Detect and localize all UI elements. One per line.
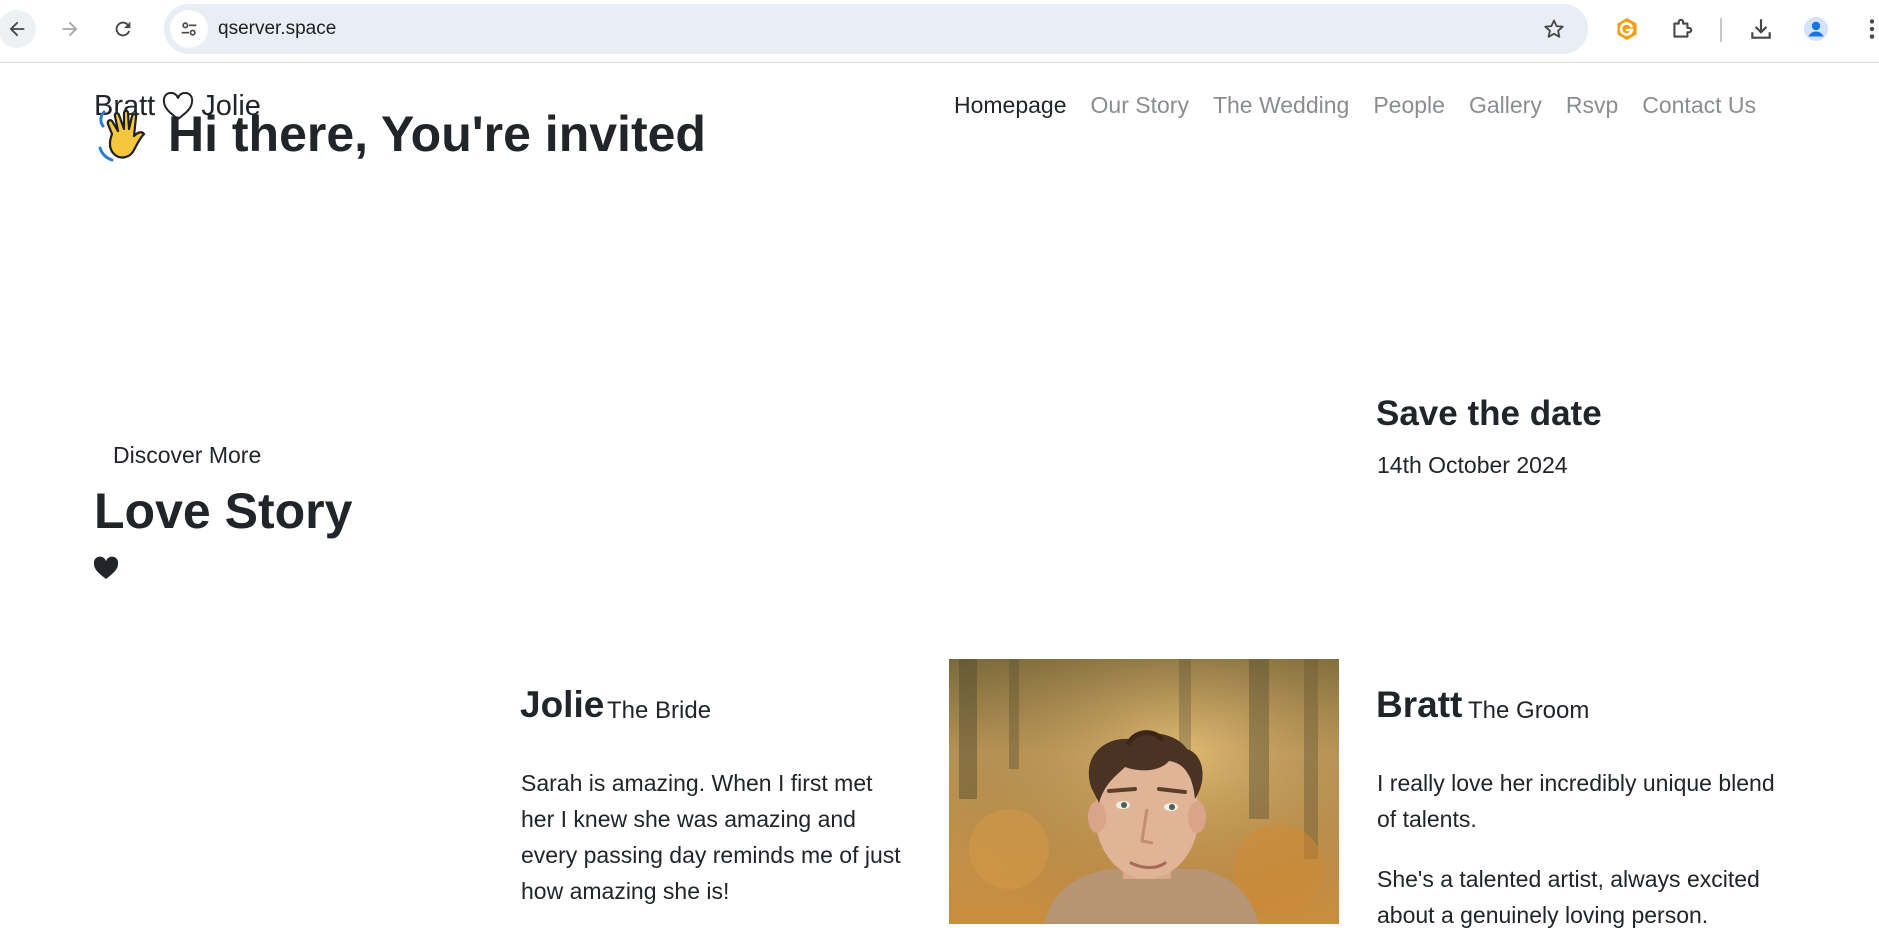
tune-icon — [181, 22, 197, 36]
address-bar[interactable]: qserver.space — [164, 4, 1588, 54]
profile-icon — [1804, 17, 1828, 41]
download-button[interactable] — [1744, 12, 1778, 46]
site-info-button[interactable] — [170, 10, 208, 48]
groom-bio-paragraph: She's a talented artist, always excited … — [1377, 866, 1760, 928]
groom-portrait-image — [949, 659, 1339, 924]
nav-the-wedding[interactable]: The Wedding — [1201, 92, 1361, 119]
main-nav: Homepage Our Story The Wedding People Ga… — [942, 92, 1768, 119]
wedding-date: 14th October 2024 — [1377, 452, 1568, 478]
download-icon — [1751, 19, 1771, 39]
nav-homepage[interactable]: Homepage — [942, 92, 1079, 119]
star-icon — [1544, 19, 1564, 38]
groom-role: The Groom — [1468, 697, 1590, 724]
bride-name: Jolie — [520, 684, 605, 725]
groom-photo — [949, 659, 1339, 924]
groom-bio-paragraph: I really love her incredibly unique blen… — [1377, 770, 1775, 832]
hero-heading: Hi there, You're invited — [94, 104, 706, 164]
nav-contact-us[interactable]: Contact Us — [1630, 92, 1768, 119]
extensions-button[interactable] — [1665, 12, 1699, 46]
nav-people[interactable]: People — [1361, 92, 1457, 119]
forward-button[interactable] — [51, 10, 89, 48]
waving-hand-icon — [98, 109, 146, 162]
hero-title-text: Hi there, You're invited — [168, 106, 706, 162]
arrow-right-icon — [62, 21, 78, 37]
page-content: Bratt Jolie Homepage Our Story The Weddi… — [0, 64, 1879, 928]
url-text[interactable]: qserver.space — [218, 18, 336, 40]
reload-icon — [115, 21, 131, 37]
nav-our-story[interactable]: Our Story — [1079, 92, 1201, 119]
back-button[interactable] — [0, 10, 36, 48]
browser-menu-button[interactable] — [1855, 12, 1879, 46]
puzzle-icon — [1673, 18, 1693, 38]
heart-solid-icon — [93, 556, 119, 579]
profile-button[interactable] — [1799, 12, 1833, 46]
bookmark-button[interactable] — [1540, 15, 1568, 43]
nav-gallery[interactable]: Gallery — [1457, 92, 1554, 119]
g-extension-button[interactable] — [1610, 12, 1644, 46]
reload-button[interactable] — [104, 10, 142, 48]
discover-more-link[interactable]: Discover More — [113, 442, 261, 469]
toolbar-divider — [1720, 18, 1722, 42]
kebab-menu-icon — [1869, 19, 1875, 39]
bride-bio: Sarah is amazing. When I first met her I… — [521, 770, 901, 904]
bride-role: The Bride — [607, 697, 712, 724]
love-story-heading: Love Story — [94, 483, 353, 539]
nav-rsvp[interactable]: Rsvp — [1554, 92, 1630, 119]
g-extension-icon — [1617, 18, 1637, 40]
browser-toolbar: qserver.space — [0, 0, 1879, 63]
groom-name: Bratt — [1376, 684, 1463, 725]
arrow-left-icon — [9, 21, 25, 37]
save-the-date-heading: Save the date — [1376, 394, 1602, 433]
